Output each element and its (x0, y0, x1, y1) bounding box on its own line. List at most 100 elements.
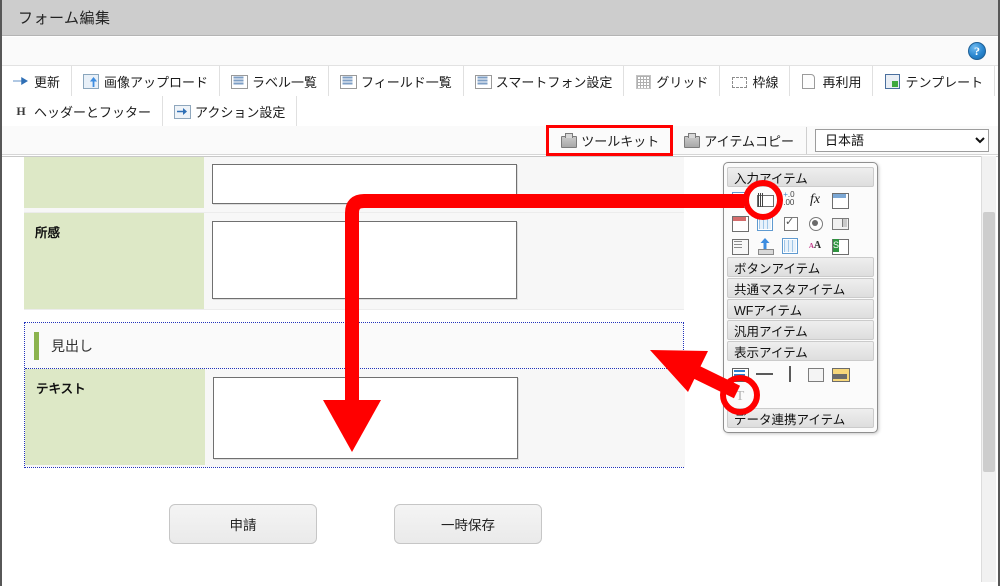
palette-section-data-link-items[interactable]: データ連携アイテム (727, 408, 874, 428)
number-field-icon[interactable]: +.0 .00 (781, 191, 799, 209)
image-upload-icon (83, 73, 100, 89)
form-row-value (205, 369, 685, 467)
help-row: ? (2, 37, 998, 66)
form-textarea[interactable] (212, 164, 517, 204)
heading-text: 見出し (51, 337, 93, 354)
action-bar: ツールキット アイテムコピー 日本語 (2, 124, 998, 156)
item-copy-button[interactable]: アイテムコピー (671, 126, 807, 154)
toolbar-button-label-list[interactable]: ラベル一覧 (220, 66, 330, 96)
select-box-icon[interactable] (831, 214, 849, 232)
toolkit-label: ツールキット (581, 133, 660, 149)
scrollbar-thumb[interactable] (983, 212, 995, 472)
toolkit-palette: 入力アイテム +.0 .00 fx AA ボタンアイテム 共通マスタアイテム W… (723, 162, 878, 433)
toolbar-label: アクション設定 (195, 104, 286, 120)
toolbar-label: ヘッダーとフッター (34, 104, 152, 120)
toolbar-label: フィールド一覧 (361, 74, 452, 90)
help-icon[interactable]: ? (968, 42, 986, 60)
toolbar-button-border[interactable]: 枠線 (720, 66, 791, 96)
form-row-value (204, 213, 684, 309)
file-upload-icon[interactable] (756, 237, 774, 255)
palette-section-input-items[interactable]: 入力アイテム (727, 167, 874, 187)
form-row-text[interactable]: テキスト (25, 369, 685, 467)
palette-icons-display: T (724, 362, 877, 407)
table-item-icon[interactable] (731, 191, 749, 209)
toolbar-button-header-footer[interactable]: H ヘッダーとフッター (2, 96, 164, 126)
smartphone-settings-icon (474, 73, 492, 89)
main-toolbar: 更新 画像アップロード ラベル一覧 フィールド一覧 スマートフォン設定 グリッド (2, 66, 998, 127)
window-title: フォーム編集 (18, 10, 111, 27)
action-settings-icon (174, 103, 192, 119)
language-select[interactable]: 日本語 (815, 128, 989, 152)
toolbar-label: 画像アップロード (104, 74, 209, 90)
palette-section-button-items[interactable]: ボタンアイテム (727, 257, 874, 277)
form-row-impression[interactable]: 所感 (24, 213, 684, 310)
window-titlebar: フォーム編集 (2, 0, 998, 36)
template-icon (884, 73, 901, 89)
calendar-blue-icon[interactable] (831, 191, 849, 209)
form-editor-window: フォーム編集 ? 更新 画像アップロード ラベル一覧 フィールド一覧 スマートフ… (0, 0, 1000, 586)
heading-row[interactable]: 見出し (25, 323, 683, 369)
form-row-label: テキスト (25, 369, 205, 465)
text-field-icon[interactable] (756, 191, 774, 209)
label-list-icon (231, 73, 249, 89)
toolbar-label: テンプレート (905, 74, 984, 90)
toolbar-button-grid[interactable]: グリッド (624, 66, 721, 96)
toolbar-label: スマートフォン設定 (495, 74, 613, 90)
form-row-label: 所感 (24, 213, 204, 309)
form-button-row: 申請 一時保存 (24, 468, 684, 544)
selected-item-group[interactable]: 見出し テキスト (24, 322, 685, 468)
form-textarea[interactable] (212, 221, 517, 299)
refresh-icon (13, 73, 29, 89)
toolbar-row-2: H ヘッダーとフッター アクション設定 (2, 96, 998, 126)
checkbox-icon[interactable] (781, 214, 799, 232)
vertical-rule-icon[interactable] (781, 365, 799, 383)
item-copy-label: アイテムコピー (704, 133, 794, 149)
toolbar-button-reuse[interactable]: 再利用 (790, 66, 874, 96)
palette-section-general-items[interactable]: 汎用アイテム (727, 320, 874, 340)
table-grid-icon[interactable] (781, 237, 799, 255)
header-footer-icon: H (16, 104, 26, 118)
field-list-icon (340, 73, 358, 89)
form-row-partial[interactable] (24, 157, 684, 213)
list-box-icon[interactable] (731, 237, 749, 255)
image-icon[interactable] (831, 365, 850, 383)
form-row-label (24, 157, 204, 208)
palette-section-display-items[interactable]: 表示アイテム (727, 341, 874, 361)
palette-section-wf-items[interactable]: WFアイテム (727, 299, 874, 319)
excel-item-icon[interactable] (831, 237, 849, 255)
formula-field-icon[interactable]: fx (806, 191, 824, 209)
apply-button[interactable]: 申請 (169, 504, 317, 544)
toolbar-label: グリッド (656, 74, 709, 90)
toolbar-button-template[interactable]: テンプレート (873, 66, 996, 96)
rich-text-icon[interactable]: AA (806, 237, 824, 255)
radio-button-icon[interactable] (806, 214, 824, 232)
table-blue-icon[interactable] (756, 214, 774, 232)
toolbar-button-field-list[interactable]: フィールド一覧 (329, 66, 464, 96)
box-icon[interactable] (806, 365, 824, 383)
toolbar-label: 再利用 (822, 74, 862, 90)
toolbar-button-action-settings[interactable]: アクション設定 (163, 96, 298, 126)
horizontal-rule-icon[interactable] (756, 365, 774, 383)
heading-accent-bar (34, 331, 39, 360)
form-textarea[interactable] (213, 377, 518, 459)
text-display-icon[interactable]: T (731, 388, 749, 406)
toolkit-icon (560, 132, 578, 148)
palette-section-common-master-items[interactable]: 共通マスタアイテム (727, 278, 874, 298)
item-copy-icon (683, 132, 701, 148)
toolbar-button-image-upload[interactable]: 画像アップロード (72, 66, 221, 96)
temp-save-button[interactable]: 一時保存 (394, 504, 542, 544)
grid-icon (635, 73, 652, 89)
toolbar-button-smartphone-settings[interactable]: スマートフォン設定 (464, 66, 625, 96)
toolbar-row-1: 更新 画像アップロード ラベル一覧 フィールド一覧 スマートフォン設定 グリッド (2, 66, 998, 96)
reuse-icon (801, 73, 817, 89)
calendar-red-icon[interactable] (731, 214, 749, 232)
toolbar-button-update[interactable]: 更新 (2, 66, 73, 96)
toolbar-label: 更新 (34, 74, 61, 90)
vertical-scrollbar[interactable] (981, 156, 996, 582)
toolkit-button[interactable]: ツールキット (546, 124, 674, 156)
palette-icons-input: +.0 .00 fx AA (724, 188, 877, 256)
border-icon (731, 73, 748, 89)
form-row-value (204, 157, 684, 212)
label-icon[interactable] (731, 365, 749, 383)
toolbar-label: 枠線 (752, 74, 779, 90)
